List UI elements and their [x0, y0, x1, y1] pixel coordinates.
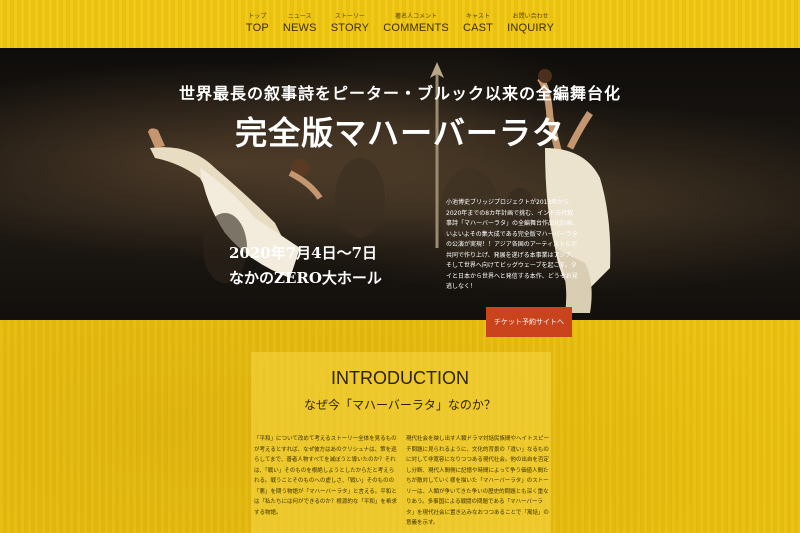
hero-description: 小池博史ブリッジプロジェクトが2013年から2020年までの8カ年計画で挑む、イ… — [446, 199, 578, 290]
performance-date: 2020年7月4日〜7日 — [229, 244, 378, 262]
performance-venue: なかのZERO大ホール — [229, 269, 382, 287]
nav-item-cast[interactable]: キャスト CAST — [463, 0, 493, 48]
ticket-booking-button[interactable]: チケット予約サイトへ — [486, 307, 572, 337]
nav-item-jp-label: お問い合わせ — [512, 13, 549, 20]
nav-item-jp-label: ストーリー — [334, 13, 365, 20]
nav-item-en-label: NEWS — [282, 22, 317, 34]
nav-item-jp-label: トップ — [248, 13, 267, 20]
nav-item-story[interactable]: ストーリー STORY — [331, 0, 370, 48]
intro-heading: INTRODUCTION — [331, 368, 469, 388]
nav-item-en-label: INQUIRY — [507, 22, 555, 34]
hero-banner: 世界最長の叙事詩をピーター・ブルック以来の全編舞台化 完全版マハーバーラタ 20… — [0, 48, 800, 320]
nav-item-inquiry[interactable]: お問い合わせ INQUIRY — [507, 0, 554, 48]
nav-item-jp-label: キャスト — [466, 13, 491, 20]
nav-item-en-label: COMMENTS — [383, 22, 449, 34]
intro-text-left: 「平和」について改めて考えるストーリー全体を見るものが考えるとすれば、なぜ彼方は… — [254, 436, 397, 516]
nav-item-comments[interactable]: 著名人コメント COMMENTS — [383, 0, 449, 48]
hero-title: 完全版マハーバーラタ — [235, 114, 565, 152]
nav-item-jp-label: ニュース — [287, 13, 312, 20]
nav-item-en-label: CAST — [462, 22, 494, 34]
nav-item-jp-label: 著名人コメント — [395, 13, 438, 20]
nav-item-news[interactable]: ニュース NEWS — [283, 0, 317, 48]
nav-item-top[interactable]: トップ TOP — [246, 0, 269, 48]
main-nav: トップ TOP ニュース NEWS ストーリー STORY 著名人コメント CO… — [0, 0, 800, 48]
nav-item-en-label: TOP — [245, 22, 269, 34]
nav-item-en-label: STORY — [330, 22, 370, 34]
intro-subheading: なぜ今「マハーバーラタ」なのか？ — [304, 398, 496, 412]
hero-tagline: 世界最長の叙事詩をピーター・ブルック以来の全編舞台化 — [178, 84, 621, 103]
intro-text-right: 現代社会を映し出す人類ドラマ対話民族間やヘイトスピーチ問題に見られるように、文化… — [406, 436, 550, 526]
